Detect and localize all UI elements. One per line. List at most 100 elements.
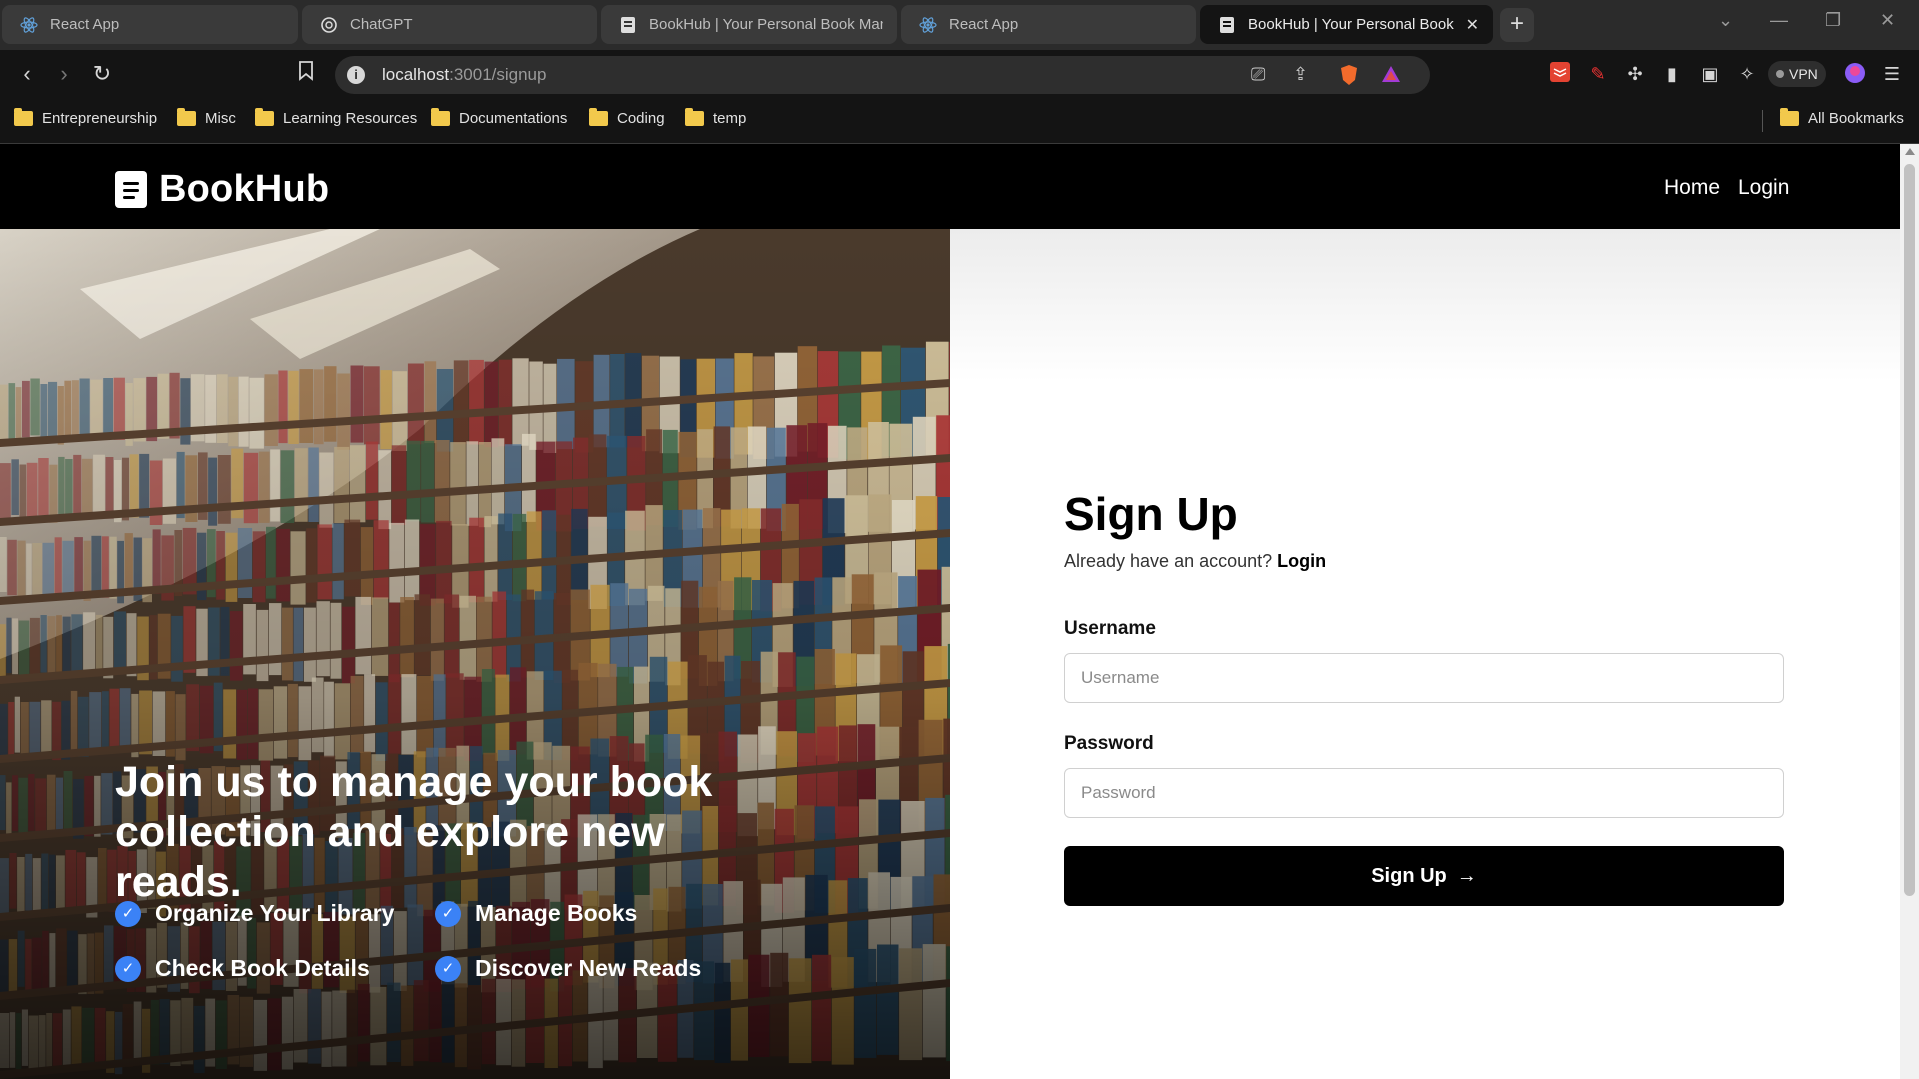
password-label: Password <box>1064 733 1154 754</box>
scrollbar-thumb[interactable] <box>1904 164 1915 896</box>
feature-item: ✓ Organize Your Library <box>115 900 394 927</box>
tab-search-chevron-icon[interactable]: ⌄ <box>1718 10 1733 31</box>
login-link[interactable]: Login <box>1277 551 1326 571</box>
nav-home-link[interactable]: Home <box>1664 176 1720 200</box>
check-circle-icon: ✓ <box>435 900 461 927</box>
url-text: localhost:3001/signup <box>382 65 546 85</box>
tab-title: BookHub | Your Personal Book Man <box>649 16 883 33</box>
bookmark-folder[interactable]: Documentations <box>431 108 567 127</box>
bookmark-folder[interactable]: Learning Resources <box>255 108 418 127</box>
form-title: Sign Up <box>1064 488 1238 540</box>
vpn-button[interactable]: VPN <box>1768 61 1826 87</box>
nav-login-link[interactable]: Login <box>1738 176 1789 200</box>
brave-rewards-icon[interactable] <box>1381 64 1401 89</box>
form-subtitle: Already have an account? Login <box>1064 551 1326 572</box>
signup-form-panel: Sign Up Already have an account? Login U… <box>950 229 1900 1079</box>
close-tab-icon[interactable]: ✕ <box>1466 15 1479 35</box>
bookmarks-bar: Entrepreneurship Misc Learning Resources… <box>0 98 1919 144</box>
check-circle-icon: ✓ <box>435 955 461 982</box>
subtitle-text: Already have an account? <box>1064 551 1273 571</box>
site-info-icon[interactable]: i <box>347 66 365 84</box>
folder-icon <box>589 108 608 126</box>
bookmark-label: temp <box>713 110 747 127</box>
url-host: localhost <box>382 65 450 84</box>
bookmark-folder[interactable]: Misc <box>177 108 236 127</box>
arrow-right-icon: → <box>1456 864 1477 887</box>
bookmark-folder[interactable]: Coding <box>589 108 665 127</box>
scroll-up-icon[interactable] <box>1905 148 1915 155</box>
browser-tab-bookhub-active[interactable]: BookHub | Your Personal Book ✕ <box>1200 5 1493 44</box>
back-icon[interactable]: ‹ <box>13 60 41 88</box>
bookmark-icon[interactable] <box>292 60 320 88</box>
folder-icon <box>431 108 450 126</box>
check-circle-icon: ✓ <box>115 900 141 927</box>
browser-tab-react-app-2[interactable]: React App <box>901 5 1196 44</box>
folder-icon <box>14 108 33 126</box>
tab-title: ChatGPT <box>350 16 413 33</box>
bookmark-separator <box>1762 110 1763 132</box>
folder-icon <box>685 108 704 126</box>
all-bookmarks-folder[interactable]: All Bookmarks <box>1780 108 1904 127</box>
minimize-icon[interactable]: — <box>1770 10 1788 31</box>
folder-icon <box>177 108 196 126</box>
extensions-puzzle-icon[interactable]: ✣ <box>1623 62 1647 86</box>
pen-extension-icon[interactable]: ✎ <box>1586 62 1610 86</box>
wallet-icon[interactable]: ▣ <box>1698 62 1722 86</box>
feature-label: Discover New Reads <box>475 955 702 981</box>
hero-image-panel: Join us to manage your book collection a… <box>0 229 950 1079</box>
close-window-icon[interactable]: ✕ <box>1880 10 1895 31</box>
folder-icon <box>255 108 274 126</box>
forward-icon[interactable]: › <box>50 60 78 88</box>
feature-item: ✓ Discover New Reads <box>435 955 701 982</box>
bookmark-label: Entrepreneurship <box>42 110 158 127</box>
profile-avatar-icon[interactable] <box>1843 62 1867 86</box>
bookmark-folder[interactable]: temp <box>685 108 747 127</box>
bookmark-label: Misc <box>205 110 236 127</box>
feature-label: Organize Your Library <box>155 900 395 926</box>
browser-toolbar: ‹ › ↻ i localhost:3001/signup ⎚ ⇪ ✎ ✣ ▮ … <box>0 50 1919 98</box>
reload-icon[interactable]: ↻ <box>88 60 116 88</box>
tab-title: React App <box>949 16 1019 33</box>
submit-label: Sign Up <box>1371 864 1447 887</box>
feature-item: ✓ Manage Books <box>435 900 637 927</box>
tab-title: BookHub | Your Personal Book <box>1248 16 1454 33</box>
new-tab-button[interactable]: + <box>1500 8 1534 42</box>
browser-tab-chatgpt[interactable]: ChatGPT <box>302 5 597 44</box>
username-label: Username <box>1064 618 1156 639</box>
browser-tab-react-app-1[interactable]: React App <box>2 5 298 44</box>
react-icon <box>20 16 38 34</box>
feature-label: Manage Books <box>475 900 638 926</box>
page-viewport: BookHub Home Login Join us to manage you… <box>0 144 1919 1079</box>
brand-name: BookHub <box>159 168 330 210</box>
install-app-icon[interactable]: ⎚ <box>1251 64 1265 85</box>
password-input[interactable] <box>1064 768 1784 818</box>
leo-ai-icon[interactable]: ✧ <box>1735 62 1759 86</box>
url-path: :3001/signup <box>449 65 547 84</box>
chatgpt-icon <box>320 16 338 34</box>
brave-shields-icon[interactable] <box>1339 64 1359 91</box>
share-icon[interactable]: ⇪ <box>1293 64 1308 85</box>
book-logo-icon <box>115 171 147 208</box>
restore-icon[interactable]: ❐ <box>1825 10 1841 31</box>
browser-tab-bookhub-1[interactable]: BookHub | Your Personal Book Man <box>601 5 897 44</box>
brand-logo-link[interactable]: BookHub <box>115 168 329 211</box>
bookmark-folder[interactable]: Entrepreneurship <box>14 108 158 127</box>
sidebar-icon[interactable]: ▮ <box>1660 62 1684 86</box>
username-input[interactable] <box>1064 653 1784 703</box>
site-header: BookHub Home Login <box>0 144 1900 229</box>
bookhub-icon <box>619 16 637 34</box>
check-circle-icon: ✓ <box>115 955 141 982</box>
tab-title: React App <box>50 16 120 33</box>
bookmark-label: Learning Resources <box>283 110 418 127</box>
bookmark-label: All Bookmarks <box>1808 110 1904 127</box>
feature-item: ✓ Check Book Details <box>115 955 370 982</box>
react-icon <box>919 16 937 34</box>
feature-label: Check Book Details <box>155 955 370 981</box>
address-bar[interactable]: i localhost:3001/signup ⎚ ⇪ <box>335 56 1430 94</box>
signup-submit-button[interactable]: Sign Up → <box>1064 846 1784 906</box>
menu-icon[interactable]: ☰ <box>1880 62 1904 86</box>
library-bookshelves-image <box>0 229 950 1079</box>
todoist-extension-icon[interactable] <box>1548 62 1572 86</box>
browser-tab-strip: React App ChatGPT BookHub | Your Persona… <box>0 0 1919 50</box>
page-scrollbar[interactable] <box>1900 144 1919 1079</box>
